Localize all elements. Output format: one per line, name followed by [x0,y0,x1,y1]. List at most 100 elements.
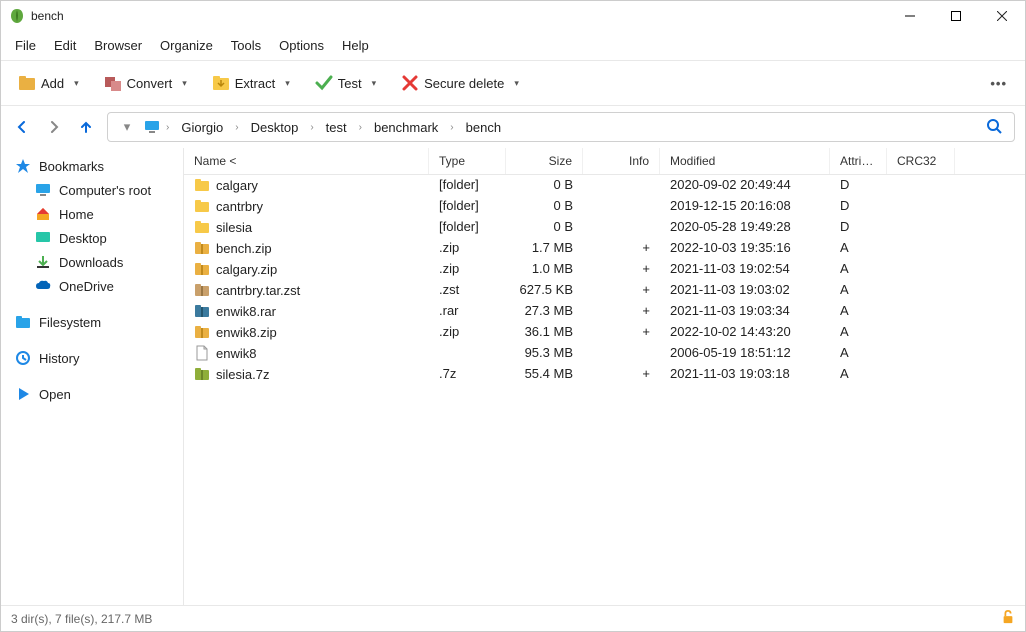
file-attributes: A [830,259,887,280]
sidebar-item-home[interactable]: Home [1,202,183,226]
table-row[interactable]: silesia.7z.7z55.4 MB+2021-11-03 19:03:18… [184,364,1025,385]
file-size: 0 B [506,196,583,217]
list-header: Name < Type Size Info Modified Attribu..… [184,148,1025,175]
table-row[interactable]: enwik8.rar.rar27.3 MB+2021-11-03 19:03:3… [184,301,1025,322]
main: Bookmarks Computer's root Home Desktop D… [1,148,1025,605]
file-type [429,343,506,364]
test-button[interactable]: Test ▾ [308,69,382,97]
file-info: + [583,364,660,385]
more-button[interactable]: ••• [982,72,1015,95]
column-size[interactable]: Size [506,148,583,174]
file-crc [887,196,955,217]
open-label: Open [39,387,71,402]
list-body: calgary[folder]0 B2020-09-02 20:49:44Dca… [184,175,1025,605]
titlebar: bench [1,1,1025,31]
breadcrumb[interactable]: ▾ › Giorgio › Desktop › test › benchmark… [107,112,1015,142]
sidebar-bookmarks[interactable]: Bookmarks [1,154,183,178]
crumb-benchmark[interactable]: benchmark [368,118,444,137]
menubar: File Edit Browser Organize Tools Options… [1,31,1025,60]
menu-organize[interactable]: Organize [152,34,221,57]
file-modified: 2022-10-02 14:43:20 [660,322,830,343]
file-modified: 2006-05-19 18:51:12 [660,343,830,364]
sidebar-item-computers-root[interactable]: Computer's root [1,178,183,202]
file-name: cantrbry [216,199,263,214]
crumb-bench[interactable]: bench [460,118,507,137]
zip-icon [194,240,210,256]
file-attributes: A [830,364,887,385]
file-attributes: A [830,343,887,364]
column-name[interactable]: Name < [184,148,429,174]
convert-icon [103,73,123,93]
file-crc [887,238,955,259]
menu-tools[interactable]: Tools [223,34,269,57]
extract-icon [211,73,231,93]
filesystem-label: Filesystem [39,315,101,330]
menu-edit[interactable]: Edit [46,34,84,57]
column-modified[interactable]: Modified [660,148,830,174]
check-icon [314,73,334,93]
sidebar-item-downloads[interactable]: Downloads [1,250,183,274]
convert-button[interactable]: Convert ▾ [97,69,193,97]
column-type[interactable]: Type [429,148,506,174]
crumb-desktop[interactable]: Desktop [245,118,305,137]
column-attributes[interactable]: Attribu... [830,148,887,174]
file-attributes: A [830,238,887,259]
table-row[interactable]: enwik895.3 MB2006-05-19 18:51:12A [184,343,1025,364]
file-type: .zip [429,322,506,343]
minimize-button[interactable] [887,1,933,31]
file-modified: 2020-09-02 20:49:44 [660,175,830,196]
sidebar-item-desktop[interactable]: Desktop [1,226,183,250]
sidebar-history[interactable]: History [1,346,183,370]
chevron-right-icon: › [166,122,169,133]
crumb-giorgio[interactable]: Giorgio [175,118,229,137]
add-button[interactable]: Add ▾ [11,69,85,97]
menu-browser[interactable]: Browser [86,34,150,57]
extract-button[interactable]: Extract ▾ [205,69,296,97]
file-crc [887,280,955,301]
back-button[interactable] [11,116,33,138]
file-modified: 2020-05-28 19:49:28 [660,217,830,238]
history-icon [15,350,31,366]
root-dropdown-icon[interactable]: ▾ [116,116,138,138]
menu-help[interactable]: Help [334,34,377,57]
forward-button[interactable] [43,116,65,138]
secure-delete-label: Secure delete [424,76,504,91]
table-row[interactable]: enwik8.zip.zip36.1 MB+2022-10-02 14:43:2… [184,322,1025,343]
column-info[interactable]: Info [583,148,660,174]
file-modified: 2021-11-03 19:03:02 [660,280,830,301]
table-row[interactable]: silesia[folder]0 B2020-05-28 19:49:28D [184,217,1025,238]
chevron-down-icon: ▾ [514,78,519,89]
star-icon [15,158,31,174]
crumb-test[interactable]: test [320,118,353,137]
menu-file[interactable]: File [7,34,44,57]
search-icon[interactable] [982,114,1006,141]
cloud-icon [35,278,51,294]
table-row[interactable]: calgary.zip.zip1.0 MB+2021-11-03 19:02:5… [184,259,1025,280]
table-row[interactable]: cantrbry.tar.zst.zst627.5 KB+2021-11-03 … [184,280,1025,301]
table-row[interactable]: cantrbry[folder]0 B2019-12-15 20:16:08D [184,196,1025,217]
file-type: [folder] [429,217,506,238]
file-crc [887,259,955,280]
maximize-button[interactable] [933,1,979,31]
file-icon [194,345,210,361]
column-crc32[interactable]: CRC32 [887,148,955,174]
close-button[interactable] [979,1,1025,31]
chevron-right-icon: › [235,122,238,133]
table-row[interactable]: calgary[folder]0 B2020-09-02 20:49:44D [184,175,1025,196]
up-button[interactable] [75,116,97,138]
file-size: 27.3 MB [506,301,583,322]
secure-delete-button[interactable]: Secure delete ▾ [394,69,525,97]
table-row[interactable]: bench.zip.zip1.7 MB+2022-10-03 19:35:16A [184,238,1025,259]
file-info [583,196,660,217]
file-name: calgary [216,178,258,193]
file-attributes: D [830,196,887,217]
file-name: enwik8.zip [216,325,277,340]
sidebar-item-onedrive[interactable]: OneDrive [1,274,183,298]
file-name: silesia.7z [216,367,269,382]
navbar: ▾ › Giorgio › Desktop › test › benchmark… [1,106,1025,148]
file-size: 95.3 MB [506,343,583,364]
desktop-icon [35,230,51,246]
menu-options[interactable]: Options [271,34,332,57]
sidebar-open[interactable]: Open [1,382,183,406]
sidebar-filesystem[interactable]: Filesystem [1,310,183,334]
